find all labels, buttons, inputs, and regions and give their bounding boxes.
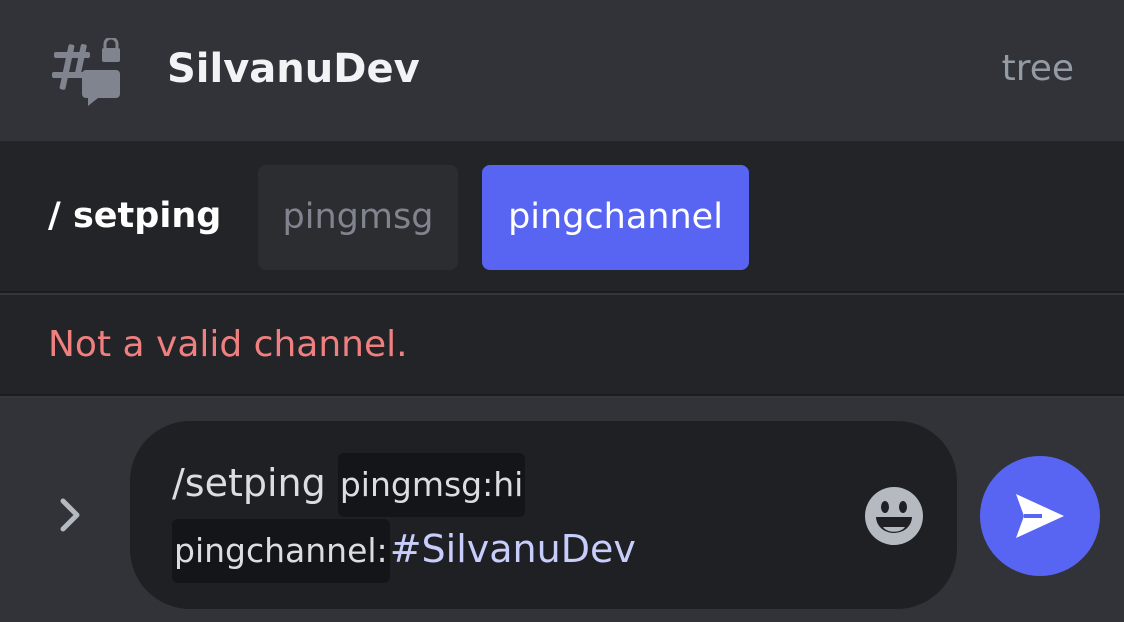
option-chip-pingmsg[interactable]: pingmsg	[258, 165, 458, 270]
header-right-label[interactable]: tree	[1002, 45, 1074, 93]
message-input-content[interactable]: /setping pingmsg:hi pingchannel:#Silvanu…	[172, 451, 852, 583]
command-options-bar: / setping pingmsg pingchannel	[0, 141, 1124, 293]
channel-name[interactable]: SilvanuDev	[167, 43, 420, 95]
channel-header: SilvanuDev tree	[0, 0, 1124, 141]
send-icon	[1016, 494, 1064, 538]
command-name: / setping	[48, 196, 222, 236]
option-pingmsg-token[interactable]: pingmsg:hi	[337, 453, 526, 517]
option-pingchannel-value[interactable]: #SilvanuDev	[390, 527, 636, 571]
send-button[interactable]	[980, 456, 1100, 576]
option-chip-pingchannel[interactable]: pingchannel	[482, 165, 749, 270]
error-message: Not a valid channel.	[48, 324, 408, 365]
private-thread-icon	[50, 36, 122, 108]
command-text: /setping	[172, 461, 338, 505]
option-pingchannel-token[interactable]: pingchannel:	[172, 519, 390, 583]
chevron-right-icon[interactable]	[48, 493, 92, 537]
composer-area: /setping pingmsg:hi pingchannel:#Silvanu…	[0, 398, 1124, 622]
error-bar: Not a valid channel.	[0, 295, 1124, 396]
message-input[interactable]: /setping pingmsg:hi pingchannel:#Silvanu…	[130, 421, 957, 609]
emoji-smile-icon[interactable]	[863, 485, 925, 547]
